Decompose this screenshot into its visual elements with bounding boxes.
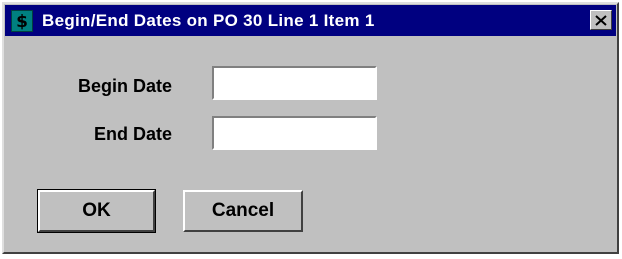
ok-button-label: OK	[82, 200, 111, 221]
app-icon-glyph: $	[16, 11, 28, 32]
end-date-label: End Date	[93, 124, 172, 144]
begin-date-label: Begin Date	[77, 76, 172, 96]
title-bar[interactable]: $ Begin/End Dates on PO 30 Line 1 Item 1	[5, 5, 616, 36]
cancel-button-label: Cancel	[211, 200, 275, 221]
begin-end-dates-dialog: $ Begin/End Dates on PO 30 Line 1 Item 1…	[2, 2, 619, 254]
dollar-icon[interactable]: $	[11, 9, 33, 32]
cancel-button-face[interactable]: Cancel	[183, 190, 303, 232]
close-button[interactable]	[590, 10, 612, 30]
window-title: Begin/End Dates on PO 30 Line 1 Item 1	[42, 10, 375, 30]
end-date-input[interactable]	[212, 116, 377, 150]
begin-date-input[interactable]	[212, 66, 377, 100]
ok-button[interactable]: OK	[37, 189, 156, 233]
ok-button-face[interactable]: OK	[38, 190, 155, 232]
close-icon	[595, 14, 607, 26]
cancel-button[interactable]: Cancel	[183, 190, 303, 232]
